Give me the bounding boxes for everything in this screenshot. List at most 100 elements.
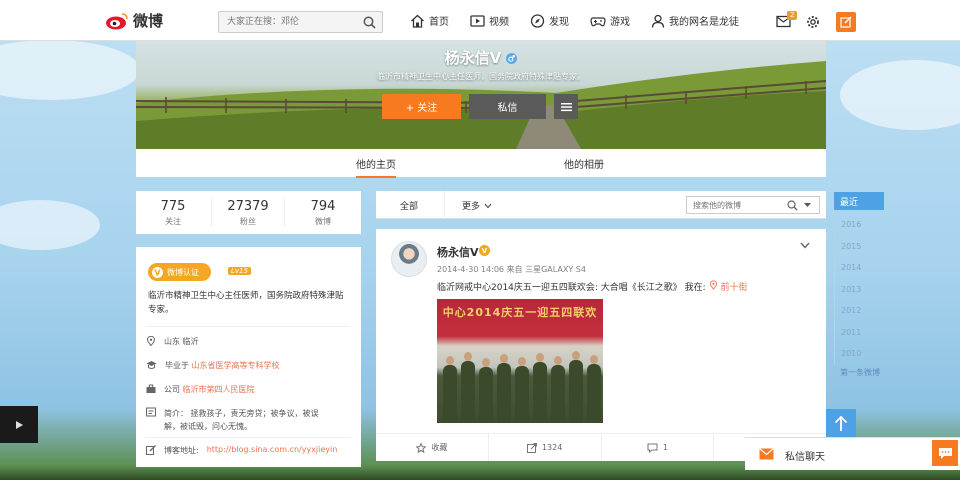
repost-button[interactable]: 1324 [489, 434, 602, 461]
stat-fans-label: 粉丝 [240, 217, 256, 226]
favorite-button[interactable]: 收藏 [376, 434, 489, 461]
profile-card-icon [146, 407, 156, 417]
nav-discover[interactable]: 发现 [530, 13, 569, 28]
post-author[interactable]: 杨永信V [437, 244, 479, 260]
info-school: 毕业于 山东省医学高等专科学校 [146, 360, 350, 371]
nav-discover-label: 发现 [549, 17, 569, 28]
stat-posts[interactable]: 794 微博 [286, 199, 360, 227]
profile-name: 杨永信V [136, 47, 826, 68]
weibo-logo[interactable]: 微博 [105, 10, 163, 31]
video-icon [470, 14, 485, 27]
cloud-decoration [0, 40, 140, 100]
year-timeline: 最近 2016 2015 2014 2013 2012 2011 2010 第一… [834, 192, 884, 378]
tab-all[interactable]: 全部 [400, 199, 418, 212]
chevron-down-icon[interactable] [800, 242, 810, 249]
level-badge[interactable]: Lv15 [228, 267, 251, 275]
media-thumbnail[interactable] [0, 406, 38, 443]
arrow-up-icon [834, 416, 848, 431]
stat-following-label: 关注 [165, 217, 181, 226]
nav-user-label: 我的网名是龙徒 [669, 17, 739, 28]
verified-label: 微博认证 [167, 267, 199, 277]
feed-search[interactable] [686, 196, 820, 214]
stat-following-value: 775 [160, 199, 186, 214]
stat-fans[interactable]: 27379 粉丝 [211, 199, 285, 227]
location-pin-icon [146, 336, 156, 346]
nav-game[interactable]: 游戏 [590, 13, 630, 28]
info-blog: 博客地址: http://blog.sina.com.cn/yyxjieyin [146, 445, 350, 456]
svg-text:V: V [154, 268, 161, 277]
image-figure [497, 363, 511, 423]
comment-icon [647, 443, 658, 453]
author-avatar[interactable] [391, 241, 427, 277]
timeline-recent[interactable]: 最近 [834, 192, 884, 210]
comment-count: 1 [662, 443, 668, 452]
post-meta: 2014-4-30 14:06 来自 三星GALAXY S4 [437, 265, 586, 274]
image-figure [479, 367, 493, 423]
private-message-button[interactable]: 私信 [469, 94, 546, 119]
timeline-year[interactable]: 2013 [834, 278, 884, 300]
tab-home[interactable]: 他的主页 [356, 156, 396, 178]
info-summary: 简介： 拯救孩子，责无旁贷；被争议，被误 解，被诋毁，问心无愧。 [146, 407, 350, 433]
profile-tabs: 他的主页 他的相册 [136, 149, 826, 178]
feed-search-input[interactable] [687, 200, 787, 210]
graduation-cap-icon [146, 361, 157, 369]
blog-url-link[interactable]: http://blog.sina.com.cn/yyxjieyin [207, 445, 338, 456]
timeline-year[interactable]: 2010 [834, 343, 884, 365]
verified-badge[interactable]: V 微博认证 [148, 263, 211, 281]
image-figure [533, 362, 547, 423]
company-link[interactable]: 临沂市第四人民医院 [183, 385, 255, 394]
timeline-year[interactable]: 2012 [834, 300, 884, 322]
location-text: 山东 临沂 [164, 337, 199, 346]
private-chat-bar[interactable]: 私信聊天 [745, 437, 960, 470]
stats-card: 775 关注 27379 粉丝 794 微博 [136, 191, 361, 234]
info-location: 山东 临沂 [146, 336, 350, 347]
info-company: 公司 临沂市第四人民医院 [146, 384, 350, 395]
company-prefix: 公司 [164, 385, 180, 394]
feed-filter-bar: 全部 更多 [376, 191, 826, 219]
stat-following[interactable]: 775 关注 [136, 199, 210, 227]
image-figure [551, 365, 565, 423]
follow-button[interactable]: + 关注 [382, 94, 461, 119]
dropdown-caret-icon[interactable] [803, 202, 812, 208]
more-menu-button[interactable] [554, 94, 578, 119]
timeline-year[interactable]: 2015 [834, 235, 884, 257]
nav-user[interactable]: 我的网名是龙徒 [651, 13, 739, 28]
school-prefix: 毕业于 [165, 361, 189, 370]
image-figure [587, 364, 601, 423]
nav-video[interactable]: 视频 [470, 13, 509, 28]
stat-posts-label: 微博 [315, 217, 331, 226]
timeline-first-post[interactable]: 第一条微博 [834, 367, 884, 378]
school-link[interactable]: 山东省医学高等专科学校 [192, 361, 280, 370]
timeline-year[interactable]: 2014 [834, 257, 884, 279]
play-icon [16, 420, 23, 429]
gear-icon[interactable] [806, 15, 820, 29]
divider [146, 437, 350, 438]
image-banner-text: 中心2014庆五一迎五四联欢 [442, 306, 598, 319]
search-icon[interactable] [363, 16, 376, 29]
divider [146, 326, 350, 327]
tab-more[interactable]: 更多 [462, 199, 492, 212]
search-input[interactable] [219, 12, 354, 32]
post-text: 临沂网戒中心2014庆五一迎五四联欢会: 大合唱《长江之歌》 我在: 前十街 [437, 280, 747, 293]
comment-button[interactable]: 1 [602, 434, 715, 461]
post-image[interactable]: 中心2014庆五一迎五四联欢 [437, 299, 603, 423]
global-search[interactable] [218, 11, 383, 33]
compose-icon [840, 16, 852, 28]
discover-icon [530, 13, 545, 28]
nav-home[interactable]: 首页 [410, 13, 449, 28]
timeline-year[interactable]: 2011 [834, 321, 884, 343]
search-icon[interactable] [787, 199, 798, 211]
envelope-icon [759, 448, 774, 460]
image-figure [443, 365, 457, 423]
image-figure-head [518, 357, 526, 366]
image-figure-head [446, 356, 454, 365]
back-to-top-button[interactable] [826, 409, 856, 439]
repost-count: 1324 [541, 443, 563, 452]
tab-album[interactable]: 他的相册 [564, 156, 604, 171]
timeline-year[interactable]: 2016 [834, 214, 884, 236]
post-location-link[interactable]: 前十街 [720, 283, 747, 293]
compose-button[interactable] [836, 12, 856, 32]
home-icon [411, 14, 424, 28]
chat-bubble-icon [938, 447, 952, 459]
chat-bubble-button[interactable] [932, 440, 958, 466]
